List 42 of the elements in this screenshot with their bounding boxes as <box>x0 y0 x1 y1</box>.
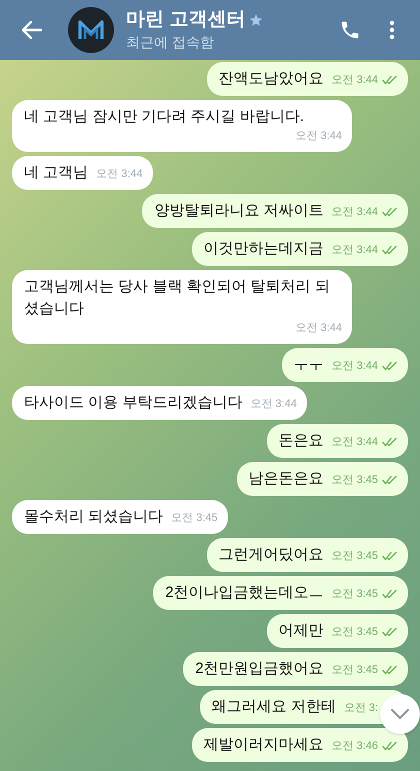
message-time: 오전 3:44 <box>296 321 342 336</box>
message-time: 오전 3: <box>344 701 378 716</box>
message-time: 오전 3:45 <box>171 511 218 526</box>
message-time: 오전 3:46 <box>332 739 378 754</box>
message-text: 네 고객님 <box>24 163 88 183</box>
message-time: 오전 3:44 <box>332 243 378 258</box>
message-time: 오전 3:45 <box>332 587 378 602</box>
message-text: 어제만 <box>278 621 324 641</box>
scroll-down-button[interactable] <box>380 694 420 734</box>
message-time: 오전 3:44 <box>332 205 378 220</box>
message-time: 오전 3:44 <box>332 359 378 374</box>
message-text: 잔액도남았어요 <box>218 69 324 89</box>
message-text: 2천만원입금했어요 <box>195 659 324 679</box>
chat-status: 최근에 접속함 <box>126 33 215 52</box>
message-time: 오전 3:44 <box>296 129 342 144</box>
message-time: 오전 3:44 <box>96 167 143 182</box>
message-text: 2천이나입금했는데오ㅡ <box>165 583 324 603</box>
message-text: 그런게어딨어요 <box>218 545 324 565</box>
message-time: 오전 3:45 <box>332 549 378 564</box>
message-time: 오전 3:45 <box>332 473 378 488</box>
message-text: ㅜㅜ <box>294 355 324 375</box>
message-time: 오전 3:44 <box>332 73 378 88</box>
message-text: 제발이러지마세요 <box>204 735 324 755</box>
message-text: 양방탈퇴라니요 저싸이트 <box>154 201 324 221</box>
message-time: 오전 3:45 <box>332 625 378 640</box>
message-text: 돈은요 <box>278 431 324 451</box>
message-text: 네 고객님 잠시만 기다려 주시길 바랍니다. <box>24 107 304 127</box>
message-text: 이것만하는데지금 <box>204 239 324 259</box>
message-text: 왜그러세요 저한테 <box>212 697 336 717</box>
phone-icon <box>339 19 361 41</box>
message-text: 타사이드 이용 부탁드리겠습니다 <box>24 393 242 413</box>
message-text: 남은돈은요 <box>248 469 324 489</box>
message-time: 오전 3:45 <box>332 663 378 678</box>
message-text: 몰수처리 되셨습니다 <box>24 507 164 527</box>
message-text: 고객님께서는 당사 블랙 확인되어 탈퇴처리 되셨습니다 <box>24 277 331 319</box>
back-arrow-icon <box>22 21 42 39</box>
chat-title: 마린 고객센터 <box>126 8 246 32</box>
message-time: 오전 3:44 <box>250 397 297 412</box>
kebab-menu-icon <box>389 20 395 40</box>
avatar-logo[interactable] <box>68 7 114 53</box>
message-time: 오전 3:44 <box>332 435 378 450</box>
chevron-down-icon <box>390 708 410 720</box>
